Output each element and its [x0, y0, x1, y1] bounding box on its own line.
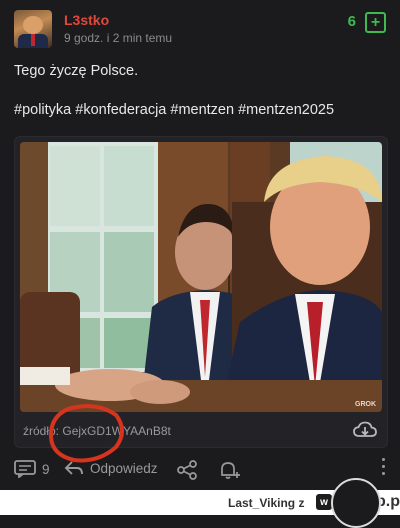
upvote-button[interactable]: + [365, 12, 386, 33]
grok-badge: GROK [355, 401, 376, 408]
comments-count: 9 [42, 461, 50, 477]
watermark-user: Last_Viking z [228, 496, 305, 510]
source-line: źródło: GejxGD1WYAAnB8t [23, 424, 171, 438]
reply-label: Odpowiedz [90, 460, 158, 476]
avatar-face [23, 16, 43, 34]
floating-action-button[interactable] [331, 478, 381, 528]
photo-illustration [20, 142, 382, 412]
post-body: Tego życzę Polsce. [14, 63, 139, 79]
vote-count: 6 [347, 13, 356, 30]
observe-button[interactable] [218, 460, 240, 480]
reply-button[interactable]: Odpowiedz [64, 460, 158, 476]
post-time: 9 godz. i 2 min temu [64, 31, 173, 45]
plus-icon: + [370, 13, 381, 31]
post-header: L3stko 9 godz. i 2 min temu 6 + [14, 10, 386, 52]
wykop-logo-icon: w [316, 494, 332, 510]
avatar[interactable] [14, 10, 52, 48]
post-tags[interactable]: #polityka #konfederacja #mentzen #mentze… [14, 102, 334, 118]
share-button[interactable] [176, 460, 198, 480]
cloud-download-icon[interactable] [353, 421, 377, 439]
more-options-icon[interactable] [382, 458, 386, 479]
reply-icon [64, 461, 83, 475]
post-card: L3stko 9 godz. i 2 min temu 6 + Tego życ… [0, 0, 400, 490]
source-label: źródło: [23, 424, 60, 438]
avatar-tie [31, 34, 35, 46]
embed-card: GROK źródło: GejxGD1WYAAnB8t [14, 136, 388, 448]
comments-icon [14, 460, 36, 478]
comments-button[interactable]: 9 [14, 460, 50, 478]
post-actions: 9 Odpowiedz [14, 458, 386, 488]
embedded-photo[interactable]: GROK [20, 142, 382, 412]
bell-plus-icon [221, 462, 240, 479]
share-icon [177, 460, 197, 480]
username-link[interactable]: L3stko [64, 12, 109, 28]
source-value[interactable]: GejxGD1WYAAnB8t [62, 424, 170, 438]
